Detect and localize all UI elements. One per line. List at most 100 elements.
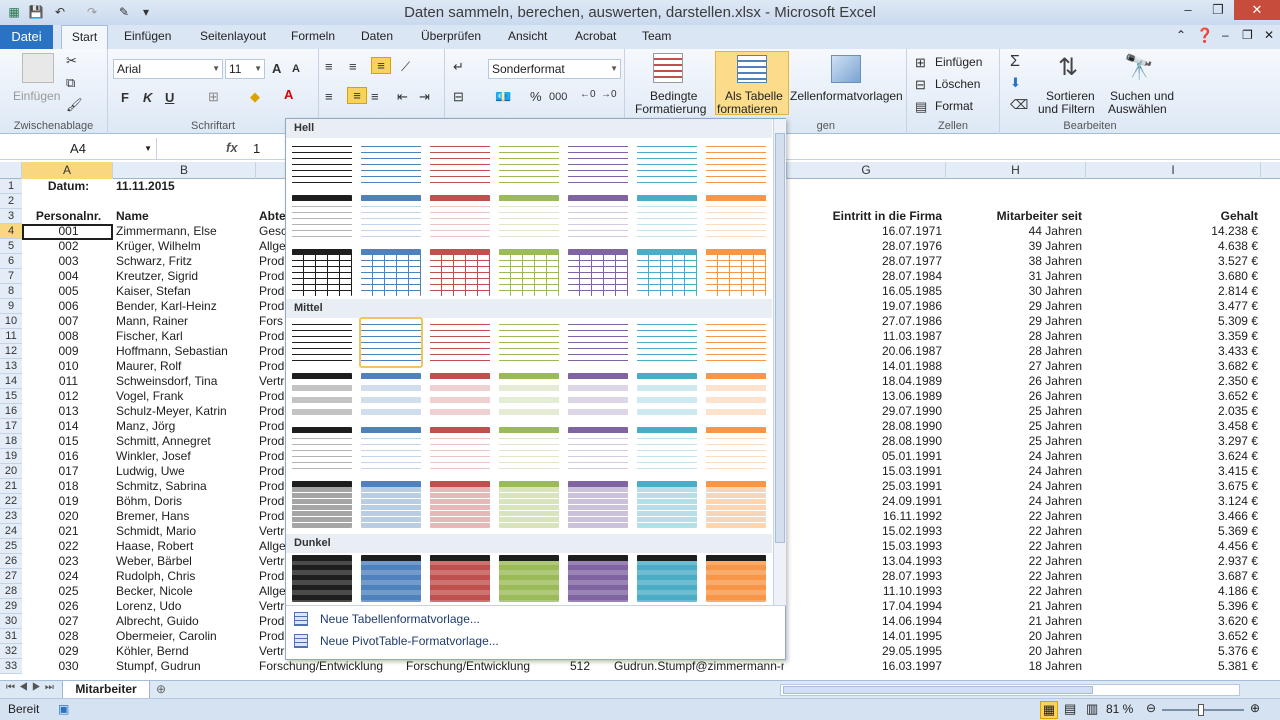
gallery-scrollbar[interactable] (773, 119, 786, 605)
row-header[interactable]: 2 (0, 194, 22, 209)
cell-g[interactable]: 11.10.1993 (790, 584, 942, 599)
table-style-swatch[interactable] (361, 555, 421, 602)
row-header[interactable]: 14 (0, 374, 22, 389)
cell-h[interactable]: Mitarbeiter seit (950, 209, 1082, 224)
table-style-swatch[interactable] (568, 319, 628, 366)
cell-g[interactable]: 13.06.1989 (790, 389, 942, 404)
cell-a[interactable]: 018 (24, 479, 113, 494)
cell-h[interactable]: 38 Jahren (950, 254, 1082, 269)
table-style-swatch[interactable] (430, 555, 490, 602)
cell-b[interactable]: Kreutzer, Sigrid (116, 269, 256, 284)
cell-g[interactable]: 14.06.1994 (790, 614, 942, 629)
cell-g[interactable]: 28.07.1993 (790, 569, 942, 584)
shrink-font-icon[interactable]: A (292, 63, 300, 75)
column-header-i[interactable]: I (1086, 162, 1261, 179)
row-header[interactable]: 29 (0, 599, 22, 614)
row-header[interactable]: 6 (0, 254, 22, 269)
row-header[interactable]: 3 (0, 209, 22, 224)
cell-h[interactable]: 27 Jahren (950, 359, 1082, 374)
cell-g[interactable]: 15.03.1993 (790, 539, 942, 554)
align-middle-icon[interactable]: ≡ (349, 59, 357, 74)
orientation-icon[interactable]: ⟋ (401, 59, 410, 75)
tab-daten[interactable]: Daten (361, 29, 393, 43)
cell-b[interactable]: Bremer, Hans (116, 509, 256, 524)
align-right-icon[interactable]: ≡ (371, 89, 379, 104)
cell-g[interactable]: 16.07.1971 (790, 224, 942, 239)
select-all-corner[interactable] (0, 162, 22, 179)
table-style-swatch[interactable] (637, 481, 697, 528)
cell-b[interactable]: Obermeier, Carolin (116, 629, 256, 644)
row-header[interactable]: 9 (0, 299, 22, 314)
sort-filter-label-2[interactable]: und Filtern (1038, 102, 1095, 116)
table-style-swatch[interactable] (361, 373, 421, 420)
cell-g[interactable]: 05.01.1991 (790, 449, 942, 464)
cell-i[interactable]: 14.238 € (1090, 224, 1258, 239)
paste-label[interactable]: Einfügen (13, 89, 60, 103)
table-style-swatch[interactable] (499, 141, 559, 188)
cell-g[interactable]: 27.07.1986 (790, 314, 942, 329)
cell-b[interactable]: Schulz-Meyer, Katrin (116, 404, 256, 419)
cell-b[interactable]: Lorenz, Udo (116, 599, 256, 614)
cell-i[interactable]: 4.456 € (1090, 539, 1258, 554)
table-style-swatch[interactable] (430, 141, 490, 188)
tab-datei[interactable]: Datei (0, 25, 53, 49)
number-format-combo[interactable]: Sonderformat ▼ (488, 59, 621, 79)
cell-b[interactable]: Name (116, 209, 256, 224)
column-header-h[interactable]: H (946, 162, 1086, 179)
cell-g[interactable]: 24.09.1991 (790, 494, 942, 509)
cell-g[interactable]: 14.01.1988 (790, 359, 942, 374)
table-style-swatch[interactable] (637, 555, 697, 602)
row-header[interactable]: 7 (0, 269, 22, 284)
cell-b[interactable]: Hoffmann, Sebastian (116, 344, 256, 359)
cell-a[interactable]: 023 (24, 554, 113, 569)
cell-i[interactable]: 5.376 € (1090, 644, 1258, 659)
cell-h[interactable]: 28 Jahren (950, 344, 1082, 359)
zoom-slider-thumb[interactable] (1198, 704, 1204, 716)
cell-d2[interactable]: 512 (570, 659, 600, 674)
cell-h[interactable]: 26 Jahren (950, 389, 1082, 404)
fill-icon[interactable]: ⬇ (1010, 75, 1021, 91)
new-table-style-item[interactable]: Neue Tabellenformatvorlage... (286, 609, 772, 629)
row-header[interactable]: 22 (0, 494, 22, 509)
italic-icon[interactable]: K (143, 90, 152, 105)
zoom-out-icon[interactable]: ⊖ (1146, 701, 1156, 715)
increase-decimal-icon[interactable]: ←0 (580, 89, 596, 100)
row-header[interactable]: 31 (0, 629, 22, 644)
cell-g[interactable]: 11.03.1987 (790, 329, 942, 344)
cell-i[interactable]: 4.186 € (1090, 584, 1258, 599)
cell-h[interactable]: 28 Jahren (950, 329, 1082, 344)
cell-b[interactable]: Rudolph, Chris (116, 569, 256, 584)
tab-start[interactable]: Start (61, 25, 108, 50)
cell-h[interactable]: 24 Jahren (950, 494, 1082, 509)
cell-g[interactable]: 15.02.1993 (790, 524, 942, 539)
cell-a[interactable]: 005 (24, 284, 113, 299)
cell-g[interactable]: 29.07.1990 (790, 404, 942, 419)
cell-d[interactable]: Forschung/Entwicklung (406, 659, 556, 674)
table-style-swatch[interactable] (568, 555, 628, 602)
table-style-swatch[interactable] (706, 141, 766, 188)
table-style-swatch[interactable] (706, 427, 766, 474)
cell-b[interactable]: Becker, Nicole (116, 584, 256, 599)
borders-icon[interactable]: ⊞ (208, 89, 219, 105)
cell-styles-icon[interactable] (831, 55, 861, 83)
align-bottom-icon[interactable]: ≡ (371, 57, 391, 74)
cell-i[interactable]: 2.035 € (1090, 404, 1258, 419)
row-header[interactable]: 28 (0, 584, 22, 599)
row-header[interactable]: 15 (0, 389, 22, 404)
table-style-swatch[interactable] (361, 481, 421, 528)
wrap-text-icon[interactable]: ↵ (453, 59, 464, 75)
cell-b[interactable]: 11.11.2015 (116, 179, 256, 194)
cell-b[interactable]: Fischer, Karl (116, 329, 256, 344)
table-style-swatch[interactable] (499, 249, 559, 296)
cell-b[interactable]: Vogel, Frank (116, 389, 256, 404)
cell-a[interactable]: 011 (24, 374, 113, 389)
cell-h[interactable]: 25 Jahren (950, 419, 1082, 434)
cell-c[interactable]: Forschung/Entwicklung (259, 659, 389, 674)
cell-g[interactable]: 16.11.1992 (790, 509, 942, 524)
cell-h[interactable]: 25 Jahren (950, 434, 1082, 449)
table-style-swatch[interactable] (292, 249, 352, 296)
table-style-swatch[interactable] (637, 373, 697, 420)
cell-a[interactable]: 026 (24, 599, 113, 614)
cell-h[interactable]: 26 Jahren (950, 374, 1082, 389)
cell-h[interactable]: 20 Jahren (950, 644, 1082, 659)
